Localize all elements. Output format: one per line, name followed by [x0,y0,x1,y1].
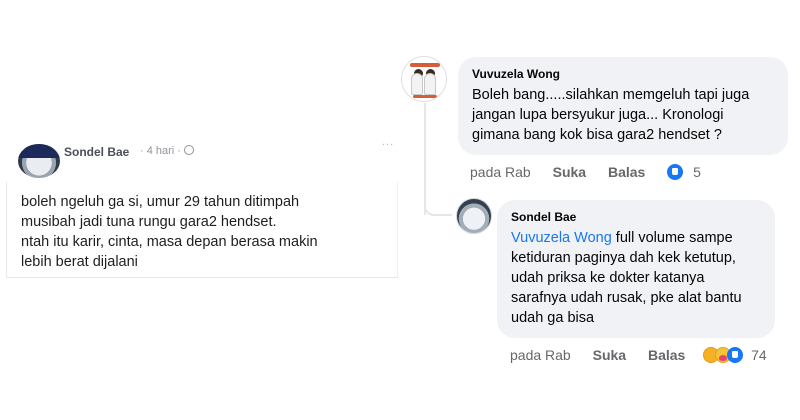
post-author-avatar[interactable] [18,144,60,178]
reply-author[interactable]: Sondel Bae [511,210,576,224]
post: Sondel Bae · 4 hari · ... boleh ngeluh g… [0,136,400,278]
like-button[interactable]: Suka [553,164,586,180]
post-header: Sondel Bae · 4 hari · ... [0,136,400,180]
post-timestamp[interactable]: · 4 hari · [140,145,181,157]
like-button[interactable]: Suka [593,347,626,363]
reply-bubble: Sondel Bae Vuvuzela Wong full volume sam… [497,200,775,338]
commenter-avatar[interactable] [401,56,447,102]
comment-text: Boleh bang.....silahkan memgeluh tapi ju… [472,87,750,143]
reply-button[interactable]: Balas [648,347,685,363]
reply-actions: pada Rab Suka Balas 74 [510,347,767,363]
post-meta: · 4 hari · [140,145,194,157]
comment-author[interactable]: Vuvuzela Wong [472,67,560,81]
reply-text: Vuvuzela Wong full volume sampe ketidura… [511,228,771,328]
mention-link[interactable]: Vuvuzela Wong [511,230,612,246]
reply-timestamp[interactable]: pada Rab [510,347,571,363]
post-author-name[interactable]: Sondel Bae [64,145,129,159]
more-options-icon[interactable]: ... [382,136,394,148]
thread-line [424,103,426,215]
globe-icon [183,145,194,155]
reaction-count[interactable]: 5 [693,164,701,180]
like-icon[interactable] [727,347,744,363]
post-body: boleh ngeluh ga si, umur 29 tahun ditimp… [6,182,398,278]
reaction-count[interactable]: 74 [751,347,767,363]
like-icon[interactable] [667,164,684,180]
reply-author-avatar[interactable] [456,198,492,234]
reply-button[interactable]: Balas [608,164,645,180]
reply-connector [424,200,452,216]
comment-bubble: Vuvuzela Wong Boleh bang.....silahkan me… [458,57,788,155]
comment-timestamp[interactable]: pada Rab [470,164,531,180]
post-text: boleh ngeluh ga si, umur 29 tahun ditimp… [21,194,318,270]
comment-actions: pada Rab Suka Balas 5 [470,164,701,180]
